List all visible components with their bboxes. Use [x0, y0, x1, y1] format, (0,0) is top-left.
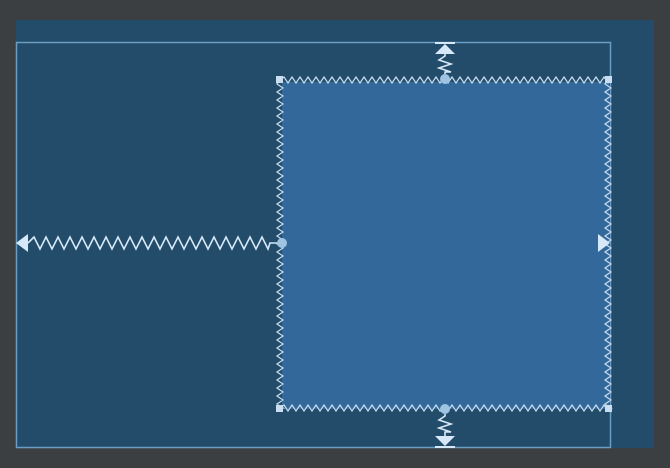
blueprint-surface[interactable]: [0, 0, 670, 468]
resize-handle-top-right[interactable]: [605, 76, 612, 83]
resize-handle-bottom-right[interactable]: [605, 405, 612, 412]
top-anchor-handle[interactable]: [440, 74, 450, 84]
layout-editor-canvas[interactable]: [0, 0, 670, 468]
child-view[interactable]: [282, 82, 609, 409]
resize-handle-top-left[interactable]: [276, 76, 283, 83]
left-anchor-handle[interactable]: [277, 238, 287, 248]
bottom-anchor-handle[interactable]: [440, 404, 450, 414]
resize-handle-bottom-left[interactable]: [276, 405, 283, 412]
